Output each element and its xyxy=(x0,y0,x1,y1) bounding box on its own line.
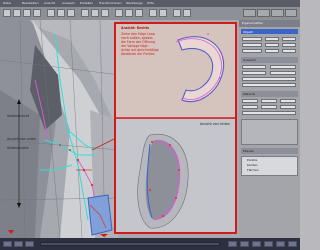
layout-1-button[interactable] xyxy=(243,9,256,17)
properties-panel: Eigenschaften Objekt Auswahl Material Eb… xyxy=(239,20,300,238)
tool-render-icon[interactable] xyxy=(135,9,143,17)
tool-redo-icon[interactable] xyxy=(183,9,191,17)
timeline-slider[interactable] xyxy=(40,242,220,246)
field-c[interactable] xyxy=(282,37,296,41)
menu-tools[interactable]: Werkzeuge xyxy=(126,0,143,7)
tool-select-icon[interactable] xyxy=(3,9,11,17)
menu-transform[interactable]: Transformieren xyxy=(99,0,122,7)
tool-light-icon[interactable] xyxy=(125,9,133,17)
layers-list[interactable]: Punkte Kanten Flächen xyxy=(241,156,298,176)
tool-rotate-icon[interactable] xyxy=(23,9,31,17)
label-bottom-view: Ansicht von unten xyxy=(7,137,36,141)
viewport-canvas[interactable] xyxy=(0,20,239,238)
field-l[interactable] xyxy=(242,71,266,75)
stop-icon[interactable] xyxy=(25,241,34,247)
menu-view[interactable]: Ansicht xyxy=(44,0,55,7)
field-a[interactable] xyxy=(242,37,262,41)
field-f[interactable] xyxy=(282,43,296,47)
tool-knife-icon[interactable] xyxy=(91,9,99,17)
section-layers-header[interactable]: Ebenen xyxy=(241,148,298,154)
record-icon[interactable] xyxy=(240,241,249,247)
section-selection-label: Auswahl xyxy=(243,58,256,62)
grid-icon[interactable] xyxy=(264,241,273,247)
section-material-header[interactable]: Material xyxy=(241,91,298,97)
field-m[interactable] xyxy=(270,71,296,75)
layout-4-button[interactable] xyxy=(285,9,297,17)
toolbar xyxy=(0,7,300,21)
field-t[interactable] xyxy=(261,105,277,109)
key-icon[interactable] xyxy=(228,241,237,247)
field-v[interactable] xyxy=(242,111,296,115)
settings-icon[interactable] xyxy=(252,241,261,247)
section-object-label: Objekt xyxy=(243,29,253,34)
tool-extrude-icon[interactable] xyxy=(81,9,89,17)
menu-select[interactable]: Auswahl xyxy=(62,0,75,7)
close-icon[interactable] xyxy=(288,241,297,247)
list-item[interactable]: Punkte xyxy=(247,158,257,162)
tool-edge-icon[interactable] xyxy=(57,9,65,17)
field-p[interactable] xyxy=(242,99,258,103)
label-front-view: Vorderansicht xyxy=(7,114,29,118)
field-j[interactable] xyxy=(242,65,266,69)
tool-grid-icon[interactable] xyxy=(149,9,157,17)
field-e[interactable] xyxy=(265,43,279,47)
menu-file[interactable]: Datei xyxy=(3,0,11,7)
field-o[interactable] xyxy=(242,83,296,87)
field-b[interactable] xyxy=(265,37,279,41)
fullscreen-icon[interactable] xyxy=(276,241,285,247)
list-item[interactable]: Flächen xyxy=(247,168,259,172)
field-r[interactable] xyxy=(280,99,296,103)
panel-title: Eigenschaften xyxy=(242,21,264,25)
layout-2-button[interactable] xyxy=(257,9,270,17)
tool-move-icon[interactable] xyxy=(13,9,21,17)
section-selection-header[interactable]: Auswahl xyxy=(241,57,298,63)
field-s[interactable] xyxy=(242,105,258,109)
3d-viewport[interactable]: Vorderansicht Ansicht von unten Seitenan… xyxy=(0,20,239,238)
inset-bottom-title: Ansicht von hinten xyxy=(200,122,230,126)
tool-snap-icon[interactable] xyxy=(159,9,167,17)
menu-create[interactable]: Erstellen xyxy=(80,0,93,7)
section-layers-label: Ebenen xyxy=(243,149,255,153)
preview-box xyxy=(241,119,298,145)
list-item[interactable]: Kanten xyxy=(247,163,258,167)
play-icon[interactable] xyxy=(14,241,23,247)
status-bar xyxy=(0,238,300,250)
tool-face-icon[interactable] xyxy=(67,9,75,17)
field-q[interactable] xyxy=(261,99,277,103)
tool-point-icon[interactable] xyxy=(47,9,55,17)
inset-top-note: Ziehe den Edge Loop nach außen, sodass d… xyxy=(121,32,159,56)
menu-bar: Datei Bearbeiten Ansicht Auswahl Erstell… xyxy=(0,0,300,7)
field-h[interactable] xyxy=(265,49,279,53)
field-d[interactable] xyxy=(242,43,262,47)
inset-top-title: Ansicht: Rechts xyxy=(121,26,149,30)
tool-undo-icon[interactable] xyxy=(173,9,181,17)
layout-3-button[interactable] xyxy=(271,9,284,17)
field-k[interactable] xyxy=(270,65,296,69)
play-back-icon[interactable] xyxy=(3,241,12,247)
tool-scale-icon[interactable] xyxy=(33,9,41,17)
field-g[interactable] xyxy=(242,49,262,53)
field-u[interactable] xyxy=(280,105,296,109)
menu-edit[interactable]: Bearbeiten xyxy=(22,0,38,7)
menu-help[interactable]: Hilfe xyxy=(147,0,154,7)
label-side-view: Seitenansicht xyxy=(7,146,29,150)
panel-header: Eigenschaften xyxy=(239,20,300,27)
field-n[interactable] xyxy=(242,77,296,81)
field-i[interactable] xyxy=(282,49,296,53)
section-material-label: Material xyxy=(243,92,256,96)
tool-loop-icon[interactable] xyxy=(101,9,109,17)
tool-camera-icon[interactable] xyxy=(115,9,123,17)
